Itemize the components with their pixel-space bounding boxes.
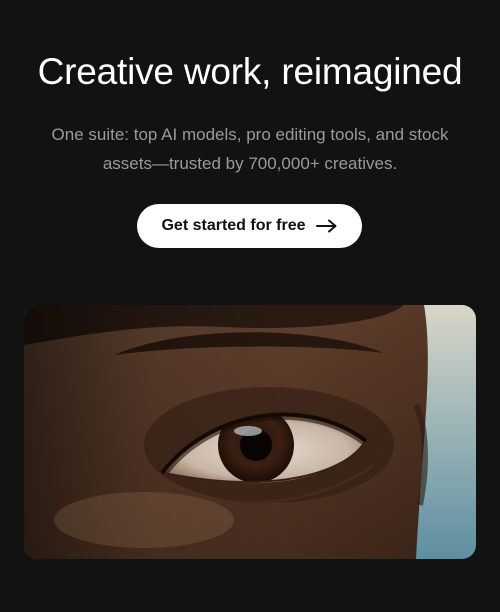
- get-started-label: Get started for free: [161, 217, 306, 234]
- hero-subcopy: One suite: top AI models, pro editing to…: [51, 125, 449, 173]
- hero-section: Creative work, reimagined One suite: top…: [0, 0, 500, 612]
- hero-eye-image: [24, 305, 476, 559]
- arrow-right-icon: [315, 219, 338, 233]
- get-started-button[interactable]: Get started for free: [137, 204, 362, 248]
- hero-headline: Creative work, reimagined: [37, 51, 463, 92]
